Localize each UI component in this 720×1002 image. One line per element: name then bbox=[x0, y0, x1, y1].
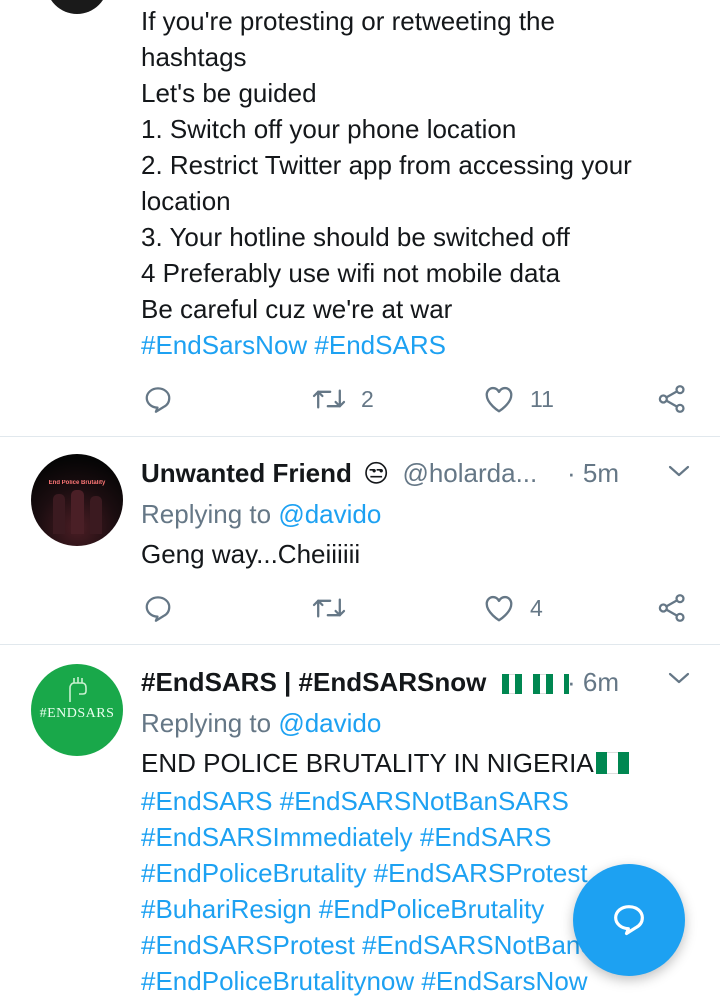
tweet-text-line: 3. Your hotline should be switched off bbox=[141, 222, 570, 252]
tweet-actions: 4 bbox=[0, 588, 720, 628]
share-button[interactable] bbox=[656, 379, 688, 419]
timestamp[interactable]: · 6m bbox=[567, 662, 619, 702]
timestamp[interactable]: · 5m bbox=[567, 453, 619, 493]
tweet-item[interactable]: End Police Brutality Unwanted Friend 😒 @… bbox=[0, 437, 720, 644]
avatar-caption: End Police Brutality bbox=[48, 480, 106, 486]
raised-fist-icon bbox=[69, 677, 87, 702]
tweet-text-line: hashtags bbox=[141, 42, 247, 72]
tweet-body: If you're protesting or retweeting the h… bbox=[141, 3, 701, 363]
tweet-text-line: 2. Restrict Twitter app from accessing y… bbox=[141, 150, 632, 180]
retweet-button[interactable] bbox=[311, 588, 361, 628]
reply-button[interactable] bbox=[143, 379, 173, 419]
tweet-text-line: Be careful cuz we're at war bbox=[141, 294, 453, 324]
compose-reply-icon bbox=[614, 905, 644, 936]
chevron-down-icon bbox=[668, 672, 690, 684]
raised-fist-graphic bbox=[71, 490, 84, 534]
tweet-text: Geng way...Cheiiiiii bbox=[141, 539, 361, 569]
display-name[interactable]: Unwanted Friend bbox=[141, 458, 352, 488]
tweet-item[interactable]: If you're protesting or retweeting the h… bbox=[0, 0, 720, 436]
compose-reply-button[interactable] bbox=[573, 864, 685, 976]
reply-icon bbox=[145, 596, 171, 622]
tweet-text-line: 4 Preferably use wifi not mobile data bbox=[141, 258, 561, 288]
tweet-text-line: location bbox=[141, 186, 231, 216]
share-button[interactable] bbox=[656, 588, 688, 628]
avatar[interactable]: End Police Brutality bbox=[31, 454, 123, 546]
nigeria-flag-icon bbox=[595, 747, 629, 783]
tweet-actions: 2 11 bbox=[0, 379, 720, 419]
tweet-text: END POLICE BRUTALITY IN NIGERIA bbox=[141, 745, 701, 783]
retweet-button[interactable]: 2 bbox=[311, 379, 374, 419]
nigeria-flag-icon bbox=[532, 665, 553, 705]
reply-button[interactable] bbox=[143, 588, 173, 628]
tweet-menu-button[interactable] bbox=[665, 662, 693, 702]
tweet-text-line: 1. Switch off your phone location bbox=[141, 114, 517, 144]
tweet-text-line: Let's be guided bbox=[141, 78, 317, 108]
heart-icon bbox=[485, 595, 513, 622]
replying-to: Replying to @davido bbox=[141, 705, 701, 741]
tweet-header: #EndSARS | #EndSARSnow · 6m bbox=[141, 662, 701, 702]
replying-to-label: Replying to bbox=[141, 708, 272, 738]
raised-fist-graphic bbox=[90, 496, 102, 534]
replying-to: Replying to @davido bbox=[141, 496, 701, 532]
nigeria-flag-icon bbox=[501, 665, 522, 705]
replying-to-handle[interactable]: @davido bbox=[278, 499, 381, 529]
username[interactable]: @holarda... bbox=[402, 458, 537, 488]
retweet-icon bbox=[312, 598, 346, 618]
tweet-header: Unwanted Friend 😒 @holarda... · 5m bbox=[141, 453, 701, 493]
replying-to-label: Replying to bbox=[141, 499, 272, 529]
share-icon bbox=[658, 594, 685, 622]
raised-fist-graphic bbox=[53, 494, 65, 534]
like-count: 11 bbox=[530, 385, 554, 412]
avatar[interactable]: #ENDSARS bbox=[31, 664, 123, 756]
tweet-text-line: If you're protesting or retweeting the bbox=[141, 6, 555, 36]
heart-icon bbox=[485, 386, 513, 413]
replying-to-handle[interactable]: @davido bbox=[278, 708, 381, 738]
chevron-down-icon bbox=[668, 465, 690, 477]
tweet-text-main: END POLICE BRUTALITY IN NIGERIA bbox=[141, 748, 594, 778]
retweet-count: 2 bbox=[361, 385, 374, 412]
tweet-body: Replying to @davido Geng way...Cheiiiiii bbox=[141, 496, 701, 572]
hashtag-links[interactable]: #EndSARSImmediately #EndSARS bbox=[141, 819, 701, 855]
emoji-unamused: 😒 bbox=[363, 460, 390, 488]
hashtag-links[interactable]: #EndSARS #EndSARSNotBanSARS bbox=[141, 783, 701, 819]
share-icon bbox=[658, 385, 685, 413]
reply-icon bbox=[145, 387, 171, 413]
hashtag-links[interactable]: #EndSarsNow #EndSARS bbox=[141, 327, 701, 363]
display-name[interactable]: #EndSARS | #EndSARSnow bbox=[141, 667, 486, 697]
like-button[interactable]: 4 bbox=[482, 588, 543, 628]
tweet-menu-button[interactable] bbox=[665, 453, 693, 493]
retweet-icon bbox=[312, 389, 346, 409]
avatar-caption: #ENDSARS bbox=[39, 706, 115, 721]
like-button[interactable]: 11 bbox=[482, 379, 554, 419]
like-count: 4 bbox=[530, 594, 543, 621]
